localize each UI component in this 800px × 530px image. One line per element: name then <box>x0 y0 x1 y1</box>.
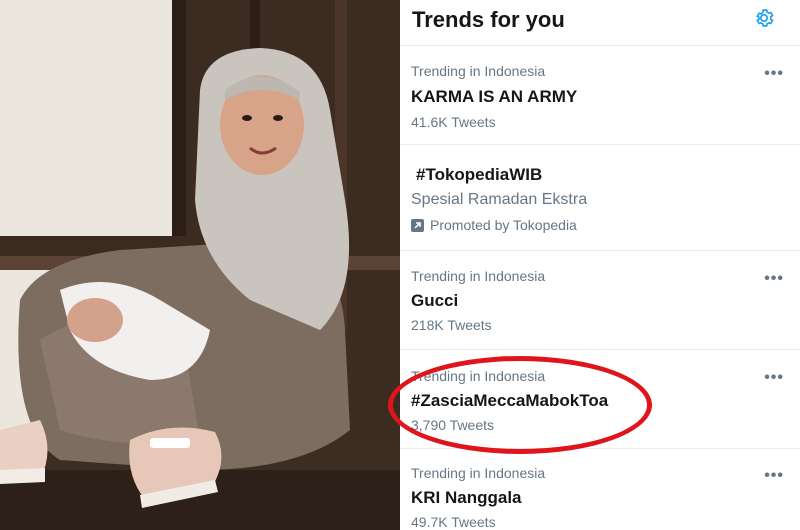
trend-count: 3,790 Tweets <box>411 417 495 433</box>
trend-count: 41.6K Tweets <box>411 114 496 130</box>
trends-header: Trends for you <box>400 0 800 46</box>
promoted-description: Spesial Ramadan Ekstra <box>411 191 588 208</box>
trend-context: Trending in Indonesia <box>411 268 546 284</box>
trend-context: Trending in Indonesia <box>411 368 546 384</box>
trend-name: KRI Nanggala <box>411 488 522 507</box>
trend-name: #TokopediaWIB <box>416 165 543 184</box>
promoted-by-text: Promoted by Tokopedia <box>430 217 577 233</box>
trend-name: KARMA IS AN ARMY <box>411 87 578 106</box>
more-horizontal-icon[interactable]: ••• <box>764 468 784 484</box>
promoted-label: Promoted by Tokopedia <box>411 217 788 233</box>
trend-name: Gucci <box>411 291 459 310</box>
gear-icon[interactable] <box>744 0 784 38</box>
trend-context: Trending in Indonesia <box>411 63 546 79</box>
photo-illustration <box>0 0 400 530</box>
more-horizontal-icon[interactable]: ••• <box>764 66 784 82</box>
promoted-icon <box>411 218 424 232</box>
trend-item-highlighted[interactable]: Trending in Indonesia #ZasciaMeccaMabokT… <box>400 350 800 449</box>
trend-item[interactable]: Trending in Indonesia Gucci 218K Tweets … <box>400 251 800 350</box>
more-horizontal-icon[interactable]: ••• <box>764 271 784 287</box>
photo <box>0 0 400 530</box>
trends-panel: Trends for you Trending in Indonesia KAR… <box>400 0 800 530</box>
trend-context: Trending in Indonesia <box>411 465 546 481</box>
gear-icon-glyph <box>756 8 774 27</box>
more-horizontal-icon[interactable]: ••• <box>764 370 784 386</box>
promoted-trend-item[interactable]: #TokopediaWIB Spesial Ramadan Ekstra Pro… <box>400 145 800 251</box>
trend-count: 218K Tweets <box>411 317 492 333</box>
trend-item[interactable]: Trending in Indonesia KARMA IS AN ARMY 4… <box>400 46 800 145</box>
trend-name: #ZasciaMeccaMabokToa <box>411 391 609 410</box>
trend-count: 49.7K Tweets <box>411 514 496 530</box>
trends-title: Trends for you <box>412 6 565 32</box>
trend-item[interactable]: Trending in Indonesia KRI Nanggala 49.7K… <box>400 449 800 530</box>
